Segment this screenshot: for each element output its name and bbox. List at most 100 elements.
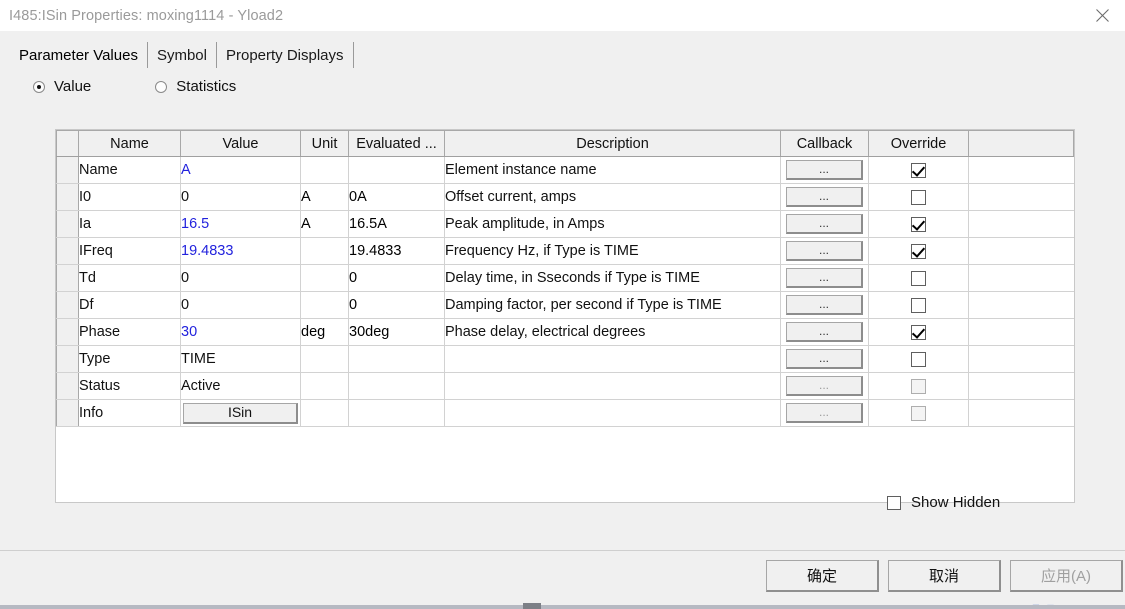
cell-override — [868, 210, 969, 238]
cell-description: Offset current, amps — [444, 183, 781, 211]
cell-value[interactable]: 30 — [180, 318, 301, 346]
callback-ellipsis-button[interactable]: ... — [786, 322, 863, 342]
cell-name: Name — [78, 156, 181, 184]
checkbox-icon[interactable] — [911, 351, 926, 367]
cell-value[interactable]: ISin — [180, 399, 301, 427]
col-header-name[interactable]: Name — [78, 130, 181, 157]
row-selector-cell[interactable] — [56, 318, 79, 346]
cell-evaluated — [348, 156, 445, 184]
callback-ellipsis-button[interactable]: ... — [786, 295, 863, 315]
row-selector-cell[interactable] — [56, 345, 79, 373]
cell-value[interactable]: 16.5 — [180, 210, 301, 238]
cell-value[interactable]: 0 — [180, 291, 301, 319]
checkbox-icon[interactable] — [911, 405, 926, 421]
table-row[interactable]: Df 0 0 Damping factor, per second if Type i… — [56, 291, 1074, 319]
table-row[interactable]: Td 0 0 Delay time, in Sseconds if Type is T… — [56, 264, 1074, 292]
checkbox-checked-icon[interactable] — [911, 162, 926, 178]
table-row[interactable]: Phase 30 deg 30deg Phase delay, electrical d… — [56, 318, 1074, 346]
cell-filler — [968, 210, 1074, 238]
cell-name: Df — [78, 291, 181, 319]
callback-ellipsis-button[interactable]: ... — [786, 376, 863, 396]
checkbox-icon[interactable] — [911, 189, 926, 205]
callback-ellipsis-button[interactable]: ... — [786, 241, 863, 261]
row-selector-cell[interactable] — [56, 210, 79, 238]
checkbox-checked-icon[interactable] — [911, 216, 926, 232]
cell-evaluated: 0A — [348, 183, 445, 211]
radio-value[interactable]: Value — [33, 78, 91, 95]
parameter-grid: Name Value Unit Evaluated ... Descriptio… — [56, 130, 1074, 427]
tab-symbol[interactable]: Symbol — [147, 42, 217, 68]
col-header-evaluated[interactable]: Evaluated ... — [348, 130, 445, 157]
show-hidden-checkbox[interactable]: Show Hidden — [887, 494, 1000, 511]
window-bottom-handle[interactable] — [523, 603, 541, 609]
col-header-override[interactable]: Override — [868, 130, 969, 157]
cell-override — [868, 291, 969, 319]
radio-value-label: Value — [54, 78, 92, 95]
table-row[interactable]: I0 0 A 0A Offset current, amps... — [56, 183, 1074, 211]
window-title: I485:ISin Properties: moxing1114 - Yload… — [9, 7, 284, 24]
row-selector-cell[interactable] — [56, 264, 79, 292]
info-button[interactable]: ISin — [183, 402, 298, 424]
cell-evaluated: 19.4833 — [348, 237, 445, 265]
col-header-rowselect[interactable] — [56, 130, 79, 157]
checkbox-icon[interactable] — [911, 270, 926, 286]
cancel-button[interactable]: 取消 — [888, 560, 1001, 592]
radio-statistics[interactable]: Statistics — [155, 78, 236, 95]
table-row[interactable]: Name A Element instance name... — [56, 156, 1074, 184]
cell-value[interactable]: A — [180, 156, 301, 184]
callback-ellipsis-button[interactable]: ... — [786, 214, 863, 234]
checkbox-icon[interactable] — [911, 297, 926, 313]
grid-body: Name A Element instance name... I0 0 A 0A Offse… — [56, 156, 1074, 427]
callback-ellipsis-button[interactable]: ... — [786, 160, 863, 180]
table-row[interactable]: Ia 16.5 A 16.5A Peak amplitude, in Amps... — [56, 210, 1074, 238]
checkbox-checked-icon[interactable] — [911, 324, 926, 340]
cell-filler — [968, 291, 1074, 319]
cell-value[interactable]: Active — [180, 372, 301, 400]
cell-name: Info — [78, 399, 181, 427]
col-header-callback[interactable]: Callback — [780, 130, 869, 157]
cell-name: Ia — [78, 210, 181, 238]
checkbox-checked-icon[interactable] — [911, 243, 926, 259]
close-icon[interactable] — [1079, 0, 1125, 31]
callback-ellipsis-button[interactable]: ... — [786, 268, 863, 288]
cell-value[interactable]: 19.4833 — [180, 237, 301, 265]
callback-ellipsis-button[interactable]: ... — [786, 349, 863, 369]
table-row[interactable]: Info ISin... — [56, 399, 1074, 427]
cell-evaluated — [348, 399, 445, 427]
col-header-value[interactable]: Value — [180, 130, 301, 157]
ok-button[interactable]: 确定 — [766, 560, 879, 592]
callback-ellipsis-button[interactable]: ... — [786, 403, 863, 423]
col-header-unit[interactable]: Unit — [300, 130, 349, 157]
tab-symbol-label: Symbol — [156, 46, 207, 64]
row-selector-cell[interactable] — [56, 291, 79, 319]
checkbox-icon[interactable] — [911, 378, 926, 394]
cell-callback: ... — [780, 372, 869, 400]
cell-unit: A — [300, 210, 349, 238]
tab-property-displays[interactable]: Property Displays — [216, 42, 354, 68]
table-row[interactable]: Type TIME... — [56, 345, 1074, 373]
cell-override — [868, 264, 969, 292]
callback-ellipsis-button[interactable]: ... — [786, 187, 863, 207]
row-selector-cell[interactable] — [56, 237, 79, 265]
cell-name: Status — [78, 372, 181, 400]
cell-filler — [968, 156, 1074, 184]
apply-button: 应用(A) — [1010, 560, 1123, 592]
table-row[interactable]: IFreq 19.4833 19.4833 Frequency Hz, if Type… — [56, 237, 1074, 265]
tab-parameter-values[interactable]: Parameter Values — [10, 42, 148, 68]
cell-override — [868, 237, 969, 265]
cell-value[interactable]: 0 — [180, 183, 301, 211]
cell-filler — [968, 264, 1074, 292]
cell-value[interactable]: 0 — [180, 264, 301, 292]
row-selector-cell[interactable] — [56, 372, 79, 400]
table-row[interactable]: Status Active... — [56, 372, 1074, 400]
cell-name: Type — [78, 345, 181, 373]
row-selector-cell[interactable] — [56, 183, 79, 211]
cell-unit — [300, 345, 349, 373]
tab-property-displays-label: Property Displays — [225, 46, 344, 64]
parameter-grid-panel: Name Value Unit Evaluated ... Descriptio… — [55, 129, 1075, 503]
row-selector-cell[interactable] — [56, 399, 79, 427]
col-header-description[interactable]: Description — [444, 130, 781, 157]
row-selector-cell[interactable] — [56, 156, 79, 184]
cell-callback: ... — [780, 318, 869, 346]
cell-value[interactable]: TIME — [180, 345, 301, 373]
